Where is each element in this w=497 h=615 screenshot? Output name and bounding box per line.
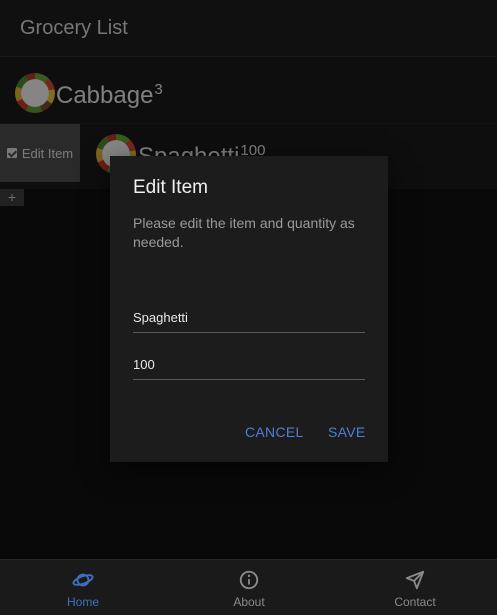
send-icon (405, 570, 425, 590)
item-name-field (133, 303, 365, 333)
info-icon (239, 570, 259, 590)
planet-icon (72, 573, 94, 587)
tab-contact-label: Contact (394, 595, 436, 609)
save-button[interactable]: SAVE (328, 424, 366, 440)
item-quantity-field (133, 350, 365, 380)
dialog-title: Edit Item (133, 177, 208, 198)
tab-home[interactable]: Home (0, 560, 166, 615)
tab-about-label: About (233, 595, 265, 609)
tab-home-label: Home (66, 595, 99, 609)
edit-item-dialog: Edit Item Please edit the item and quant… (110, 156, 388, 462)
item-name-input[interactable] (133, 303, 365, 332)
cancel-button[interactable]: CANCEL (245, 424, 304, 440)
tab-about[interactable]: About (166, 560, 332, 615)
bottom-nav: Home About Contact (0, 559, 497, 615)
tab-contact[interactable]: Contact (332, 560, 497, 615)
dialog-message: Please edit the item and quantity as nee… (133, 215, 355, 250)
item-quantity-input[interactable] (133, 350, 365, 379)
